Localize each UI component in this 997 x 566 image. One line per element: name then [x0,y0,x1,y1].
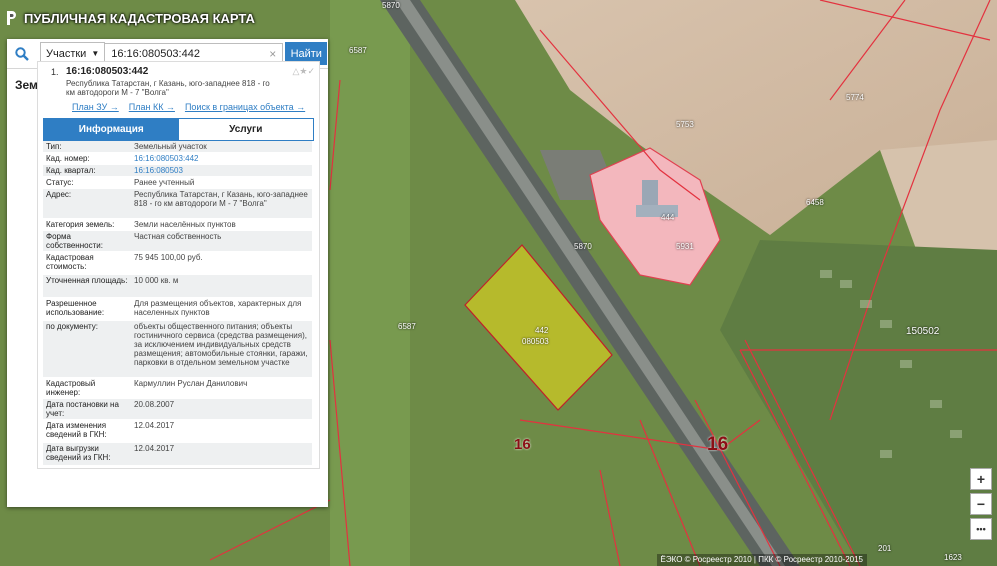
map-label-zone: 16 [514,436,531,453]
attr-key: Категория земель: [46,220,115,229]
parcel-cad-number[interactable]: 16:16:080503:442 [66,66,148,77]
map-label: 442 [535,326,549,335]
zoom-in-button[interactable]: + [970,468,992,490]
link-search-in-bounds[interactable]: Поиск в границах объекта → [185,102,305,112]
attr-row: Кадастровый инженер: Кармуллин Руслан Дан… [43,378,312,399]
attr-row: Разрешенное использование: Для размещения… [43,298,312,321]
zoom-controls: + − ••• [970,468,992,543]
clear-icon[interactable]: × [269,47,276,61]
more-options-button[interactable]: ••• [970,518,992,540]
parcel-index: 1. [51,67,59,77]
attr-row: Дата выгрузки сведений из ГКН: 12.04.2017 [43,443,312,466]
search-type-label: Участки [46,47,87,60]
parcel-links: План ЗУ → План КК → Поиск в границах объ… [72,102,305,112]
tab-services[interactable]: Услуги [178,119,313,140]
link-plan-kk[interactable]: План КК → [129,102,175,112]
map-attribution: ЁЭКО © Росреестр 2010 | ПКК © Росреестр … [656,554,867,566]
attr-value: 10 000 кв. м [134,276,179,285]
zoom-out-button[interactable]: − [970,493,992,515]
attr-key: Дата выгрузки сведений из ГКН: [46,444,111,462]
map-label: 6587 [349,46,367,55]
parcel-tabs: Информация Услуги [43,118,314,141]
map-label: 150502 [906,326,940,337]
parcel-card: 1. 16:16:080503:442 Республика Татарстан… [37,61,320,469]
attr-key: Тип: [46,142,62,151]
rosreestr-logo-icon [7,11,16,25]
map-label: 5931 [676,242,694,251]
attr-value: Частная собственность [134,232,222,241]
parcel-attributes: Тип: Земельный участок Кад. номер: 16:16:0… [43,141,312,466]
attr-key: по документу: [46,322,98,331]
tab-information[interactable]: Информация [44,119,179,140]
attr-value: Кармуллин Руслан Данилович [134,379,248,388]
attr-value: Земли населённых пунктов [134,220,236,229]
attr-value: 12.04.2017 [134,421,175,430]
parcel-address: Республика Татарстан, г Казань, юго-запа… [66,79,270,97]
attr-key: Кадастровая стоимость: [46,253,94,271]
attr-key: Дата постановки на учет: [46,400,119,418]
map-label: 201 [878,544,892,553]
attr-row: Кад. номер: 16:16:080503:442 [43,153,312,165]
attr-row: по документу: объекты общественного питан… [43,321,312,378]
app-title: ПУБЛИЧНАЯ КАДАСТРОВАЯ КАРТА [24,10,255,26]
attr-value: Земельный участок [134,142,207,151]
search-query: 16:16:080503:442 [111,47,200,60]
attr-key: Кад. квартал: [46,166,96,175]
map-label: 1623 [944,553,962,562]
map-label: 6587 [398,322,416,331]
attr-key: Адрес: [46,190,72,199]
map-label: 5870 [574,242,592,251]
attr-value-link[interactable]: 16:16:080503 [131,165,312,176]
attr-key: Статус: [46,178,74,187]
attr-value: 12.04.2017 [134,444,175,453]
map-label: 5753 [676,120,694,129]
map-label-zone: 16 [707,434,729,455]
attr-row: Форма собственности: Частная собственност… [43,231,312,252]
map-label: 5774 [846,93,864,102]
attr-value: 75 945 100,00 руб. [134,253,203,262]
attr-row: Тип: Земельный участок [43,141,312,153]
card-tools-icon[interactable]: △★✓ [292,66,315,77]
attr-row: Уточненная площадь: 10 000 кв. м [43,275,312,298]
attr-row: Статус: Ранее учтенный [43,177,312,189]
attr-value: Республика Татарстан, г Казань, юго-запа… [134,190,308,208]
attr-key: Кад. номер: [46,154,90,163]
attr-row: Кад. квартал: 16:16:080503 [43,165,312,177]
attr-key: Уточненная площадь: [46,276,128,285]
map-label: 444 [661,213,675,222]
attr-row: Адрес: Республика Татарстан, г Казань, юг… [43,189,312,219]
attr-key: Разрешенное использование: [46,299,105,317]
app-brand[interactable]: ПУБЛИЧНАЯ КАДАСТРОВАЯ КАРТА [6,10,255,26]
map-label: 6458 [806,198,824,207]
attr-key: Кадастровый инженер: [46,379,96,397]
chevron-down-icon: ▼ [91,49,100,58]
attr-row: Дата постановки на учет: 20.08.2007 [43,399,312,420]
attr-value-link[interactable]: 16:16:080503:442 [131,153,312,164]
link-plan-zu[interactable]: План ЗУ → [72,102,119,112]
attr-value: объекты общественного питания; объекты г… [134,322,308,367]
attr-row: Кадастровая стоимость: 75 945 100,00 руб. [43,252,312,275]
search-icon[interactable] [7,39,37,68]
map-label: 5870 [382,1,400,10]
attr-key: Форма собственности: [46,232,103,250]
map-label: 080503 [522,337,549,346]
attr-value: Ранее учтенный [134,178,195,187]
attr-key: Дата изменения сведений в ГКН: [46,421,107,439]
attr-value: 20.08.2007 [134,400,175,409]
attr-value: Для размещения объектов, характерных для… [134,299,302,317]
attr-row: Дата изменения сведений в ГКН: 12.04.2017 [43,420,312,443]
attr-row: Категория земель: Земли населённых пункто… [43,219,312,231]
